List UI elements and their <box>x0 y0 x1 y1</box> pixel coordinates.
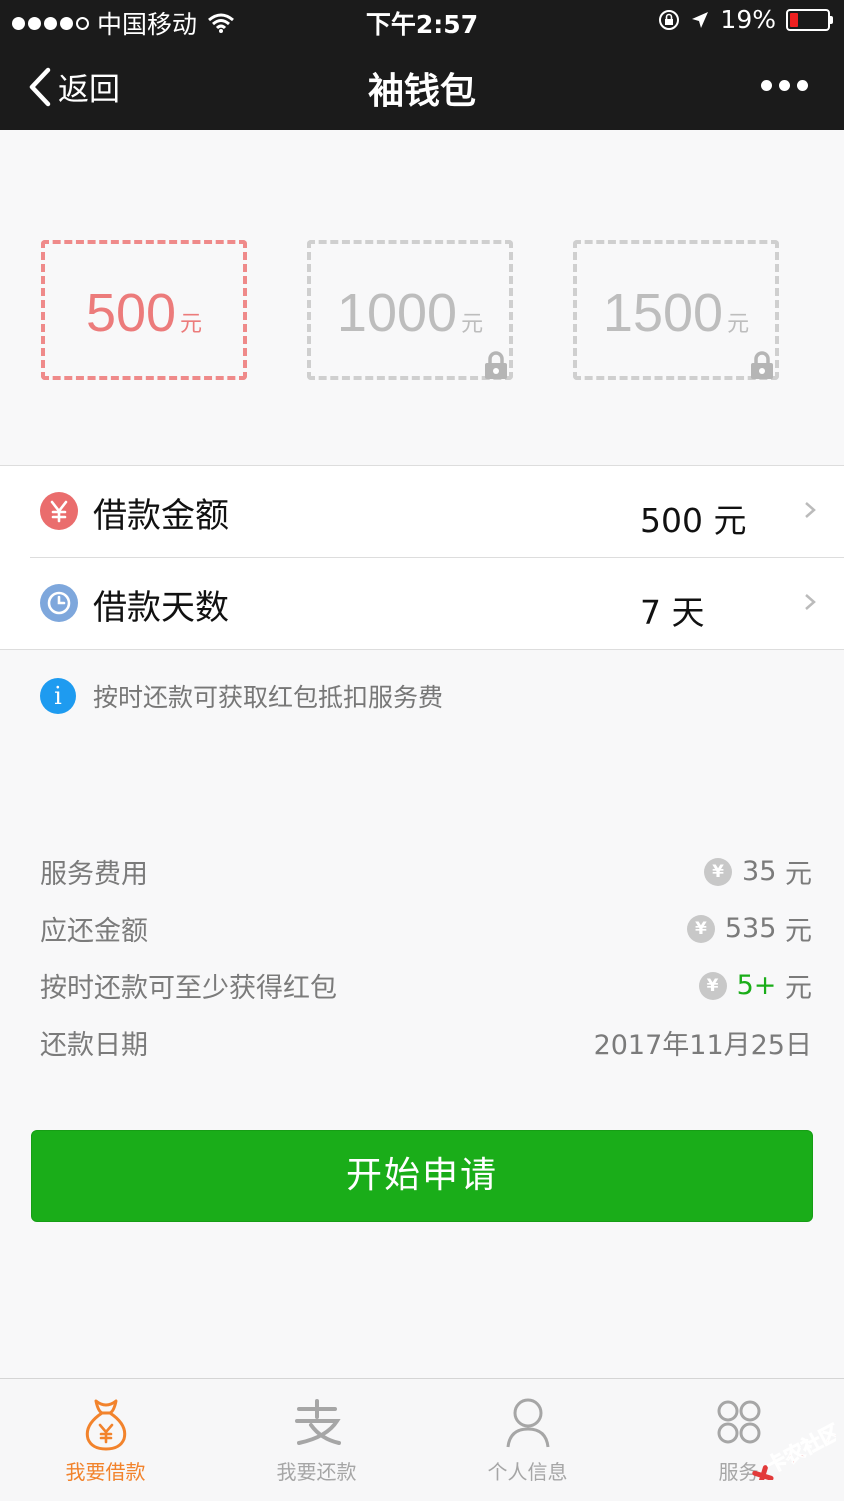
loan-amount-value: 500 元 <box>640 501 747 540</box>
service-fee-row: 服务费用 ¥35 元 <box>40 848 812 905</box>
tab-profile[interactable]: 个人信息 <box>422 1379 633 1501</box>
amount-value: 1500 <box>602 283 724 343</box>
status-right: 19% <box>658 5 833 34</box>
info-tip: i 按时还款可获取红包抵扣服务费 <box>40 678 443 714</box>
tab-label: 个人信息 <box>487 1460 568 1484</box>
loan-amount-label: 借款金额 <box>93 496 229 536</box>
detail-unit: 元 <box>785 859 812 890</box>
info-icon: i <box>40 678 76 714</box>
tab-bar: 我要借款 我要还款 个人信息 服务 <box>0 1378 844 1501</box>
yen-icon: ¥ <box>686 914 715 943</box>
detail-label: 按时还款可至少获得红包 <box>40 973 337 1004</box>
loan-days-label: 借款天数 <box>93 588 229 628</box>
detail-value: 2017年11月25日 <box>593 1030 812 1061</box>
amount-option-500[interactable]: 500 元 <box>41 240 247 380</box>
more-dot-icon <box>779 80 790 91</box>
nav-bar: 返回 袖钱包 <box>0 42 844 130</box>
alipay-icon <box>294 1399 341 1445</box>
info-tip-text: 按时还款可获取红包抵扣服务费 <box>93 683 444 712</box>
amount-unit: 元 <box>461 312 484 337</box>
repay-date-row: 还款日期 2017年11月25日 <box>40 1019 812 1076</box>
detail-value: 35 <box>742 856 777 887</box>
detail-unit: 元 <box>785 973 812 1004</box>
more-dot-icon <box>797 80 808 91</box>
amount-option-1000[interactable]: 1000 元 <box>307 240 513 380</box>
detail-label: 还款日期 <box>40 1030 148 1061</box>
lock-icon <box>751 351 773 379</box>
detail-value: 5+ <box>736 970 777 1001</box>
rotation-lock-icon <box>659 9 680 30</box>
more-dot-icon <box>761 80 772 91</box>
loan-settings-list: 借款金额 500 元 借款天数 7 天 <box>0 465 844 650</box>
fee-details: 服务费用 ¥35 元 应还金额 ¥535 元 按时还款可至少获得红包 ¥5+ 元… <box>40 848 812 1076</box>
amount-value: 1000 <box>336 283 458 343</box>
amount-options: 500 元 1000 元 1500 元 <box>0 240 844 382</box>
battery-icon <box>786 8 833 31</box>
loan-days-row[interactable]: 借款天数 7 天 <box>0 558 844 649</box>
status-bar: 中国移动 下午2:57 19% <box>0 0 844 42</box>
battery-percent: 19% <box>720 5 776 34</box>
loan-days-value: 7 天 <box>640 593 705 632</box>
repay-amount-row: 应还金额 ¥535 元 <box>40 905 812 962</box>
detail-label: 服务费用 <box>40 859 148 890</box>
svg-text:卡农社区: 卡农社区 <box>762 1420 836 1478</box>
yen-icon: ¥ <box>698 971 727 1000</box>
person-icon <box>506 1398 549 1448</box>
amount-option-1500[interactable]: 1500 元 <box>573 240 779 380</box>
location-arrow-icon <box>692 11 709 28</box>
amount-unit: 元 <box>727 312 750 337</box>
clock-icon <box>40 584 78 622</box>
chevron-right-icon <box>805 502 816 518</box>
tab-repay[interactable]: 我要还款 <box>211 1379 422 1501</box>
detail-value: 535 <box>724 913 777 944</box>
page-title: 袖钱包 <box>367 71 476 112</box>
yen-icon: ¥ <box>704 857 733 886</box>
tab-label: 我要借款 <box>65 1460 146 1484</box>
lock-icon <box>485 351 507 379</box>
tab-borrow[interactable]: 我要借款 <box>0 1379 211 1501</box>
detail-unit: 元 <box>785 916 812 947</box>
yen-icon <box>40 492 78 530</box>
loan-amount-row[interactable]: 借款金额 500 元 <box>0 466 844 558</box>
red-packet-row: 按时还款可至少获得红包 ¥5+ 元 <box>40 962 812 1019</box>
amount-unit: 元 <box>180 312 203 337</box>
tab-label: 我要还款 <box>276 1460 357 1484</box>
more-menu-button[interactable] <box>761 80 808 91</box>
chevron-right-icon <box>805 594 816 610</box>
start-apply-button[interactable]: 开始申请 <box>31 1130 813 1222</box>
money-bag-icon <box>85 1399 126 1451</box>
detail-label: 应还金额 <box>40 916 148 947</box>
amount-value: 500 <box>85 283 177 343</box>
watermark-logo: 卡农社区 <box>752 1420 836 1480</box>
